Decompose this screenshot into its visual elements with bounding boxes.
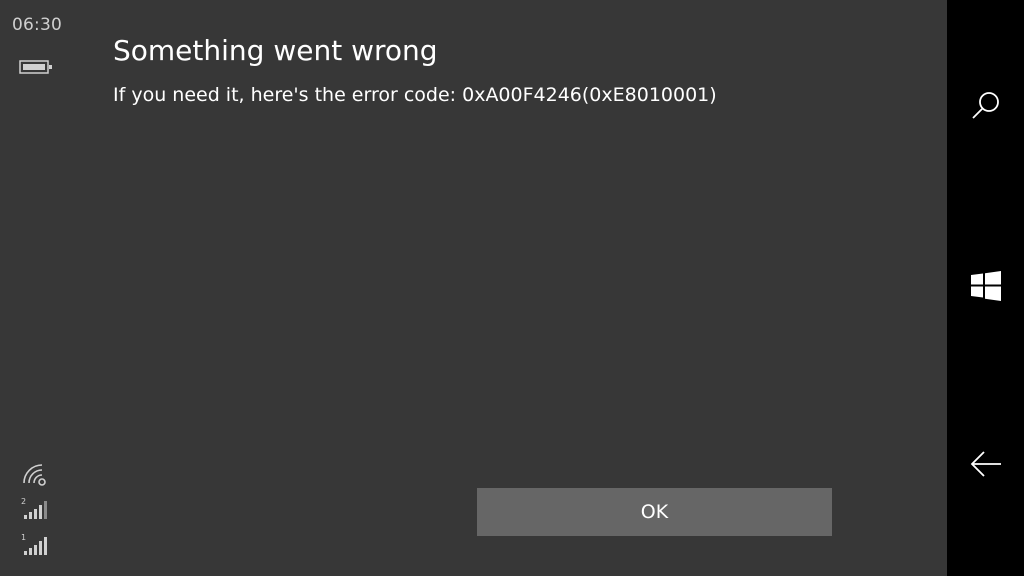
sim2-label: 2 bbox=[21, 497, 26, 506]
dialog-title: Something went wrong bbox=[113, 34, 438, 67]
back-arrow-icon bbox=[969, 449, 1003, 483]
wifi-icon bbox=[20, 460, 48, 492]
signal-sim1-icon: 1 bbox=[20, 532, 50, 562]
back-button[interactable] bbox=[947, 436, 1024, 496]
ok-button[interactable]: OK bbox=[477, 488, 832, 536]
ok-button-label: OK bbox=[640, 501, 669, 523]
start-button[interactable] bbox=[947, 258, 1024, 318]
app-area: 06:30 2 1 Something went wrong If you ne… bbox=[0, 0, 947, 576]
status-time: 06:30 bbox=[12, 15, 62, 35]
signal-sim2-icon: 2 bbox=[20, 496, 50, 526]
battery-icon bbox=[19, 59, 53, 79]
search-button[interactable] bbox=[947, 78, 1024, 138]
error-message: If you need it, here's the error code: 0… bbox=[113, 84, 717, 106]
sim1-label: 1 bbox=[21, 533, 26, 542]
search-icon bbox=[969, 89, 1003, 127]
phone-screen: 06:30 2 1 Something went wrong If you ne… bbox=[0, 0, 1024, 576]
windows-start-icon bbox=[970, 271, 1002, 305]
navigation-bar bbox=[947, 0, 1024, 576]
